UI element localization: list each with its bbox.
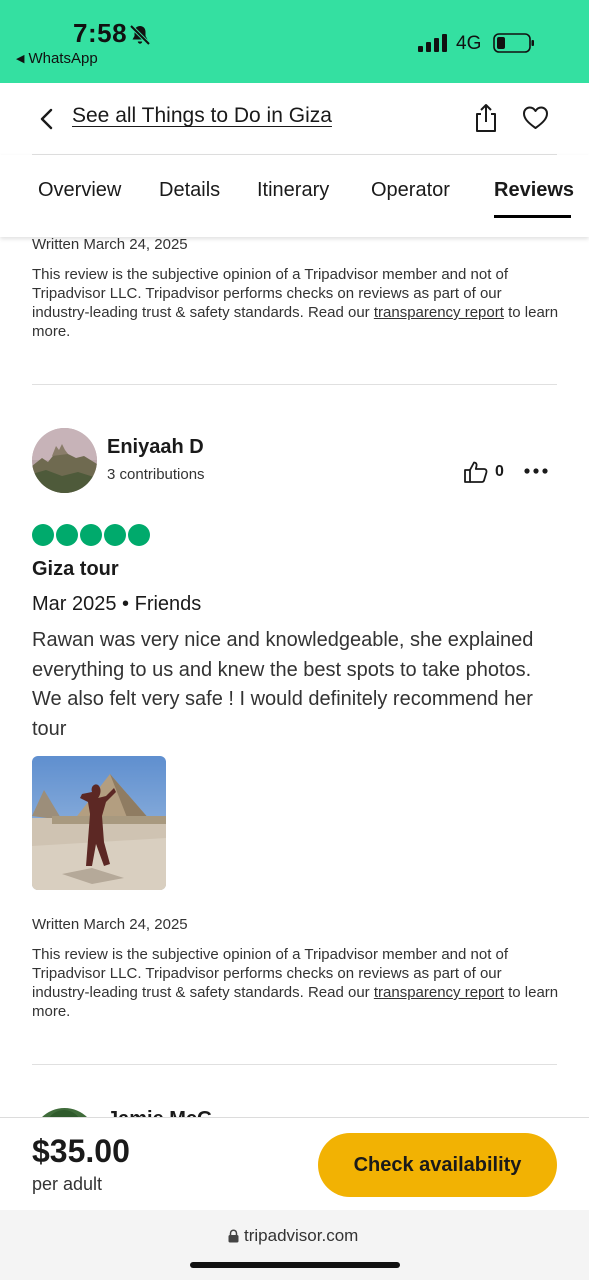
price: $35.00	[32, 1133, 130, 1169]
tab-itinerary[interactable]: Itinerary	[257, 179, 329, 202]
review-photo-image	[32, 756, 166, 890]
bell-muted-icon	[129, 24, 151, 46]
top-nav: See all Things to Do in Giza	[0, 83, 589, 155]
tab-operator[interactable]: Operator	[371, 179, 450, 202]
review-divider	[32, 384, 557, 385]
network-type: 4G	[456, 33, 482, 54]
signal-icon	[418, 34, 447, 52]
heart-icon[interactable]	[522, 105, 549, 131]
price-unit: per adult	[32, 1174, 103, 1194]
rating-bubble	[56, 524, 78, 546]
status-bar: 7:58 ◀ WhatsApp 4G	[0, 0, 589, 83]
written-date: Written March 24, 2025	[32, 916, 188, 933]
tab-details[interactable]: Details	[159, 179, 220, 202]
check-availability-button[interactable]: Check availability	[318, 1133, 557, 1197]
rating-bubble	[104, 524, 126, 546]
contributions-count: 3 contributions	[107, 466, 205, 483]
review-body: Rawan was very nice and knowledgeable, s…	[32, 629, 534, 740]
avatar[interactable]	[32, 428, 97, 493]
tab-reviews[interactable]: Reviews	[494, 179, 574, 202]
see-all-things-link[interactable]: See all Things to Do in Giza	[72, 104, 332, 128]
battery-icon	[493, 33, 534, 53]
url-text[interactable]: tripadvisor.com	[244, 1226, 358, 1246]
review-photo[interactable]	[32, 756, 166, 890]
share-icon[interactable]	[473, 103, 499, 133]
review-title: Giza tour	[32, 558, 119, 580]
rating-bubble	[32, 524, 54, 546]
avatar-image	[32, 428, 97, 493]
back-triangle-icon: ◀	[16, 53, 25, 65]
lock-icon	[228, 1229, 239, 1243]
rating-bubble	[128, 524, 150, 546]
review-disclaimer: This review is the subjective opinion of…	[32, 265, 562, 341]
review-divider	[32, 1064, 557, 1065]
transparency-report-link[interactable]: transparency report	[374, 984, 504, 1001]
tab-overview[interactable]: Overview	[38, 179, 121, 202]
chevron-left-icon[interactable]	[36, 107, 58, 131]
rating-bubble	[80, 524, 102, 546]
active-tab-indicator	[494, 215, 571, 218]
thumbs-up-icon[interactable]	[463, 460, 489, 484]
booking-bar: $35.00 per adult Check availability	[0, 1117, 589, 1210]
browser-url-bar[interactable]: tripadvisor.com	[0, 1210, 589, 1280]
written-date: Written March 24, 2025	[32, 236, 188, 253]
review-disclaimer: This review is the subjective opinion of…	[32, 945, 562, 1021]
review-meta: Mar 2025 • Friends	[32, 593, 202, 615]
rating-bubbles	[32, 524, 150, 548]
helpful-count: 0	[495, 463, 504, 480]
back-to-app-link[interactable]: ◀ WhatsApp	[16, 50, 98, 67]
home-indicator[interactable]	[190, 1262, 400, 1268]
tab-bar: Overview Details Itinerary Operator Revi…	[0, 155, 589, 237]
reviewer-name[interactable]: Eniyaah D	[107, 436, 204, 459]
status-time: 7:58	[73, 18, 128, 48]
back-app-label: WhatsApp	[28, 50, 98, 67]
more-options-icon[interactable]	[524, 467, 548, 475]
transparency-report-link[interactable]: transparency report	[374, 304, 504, 321]
